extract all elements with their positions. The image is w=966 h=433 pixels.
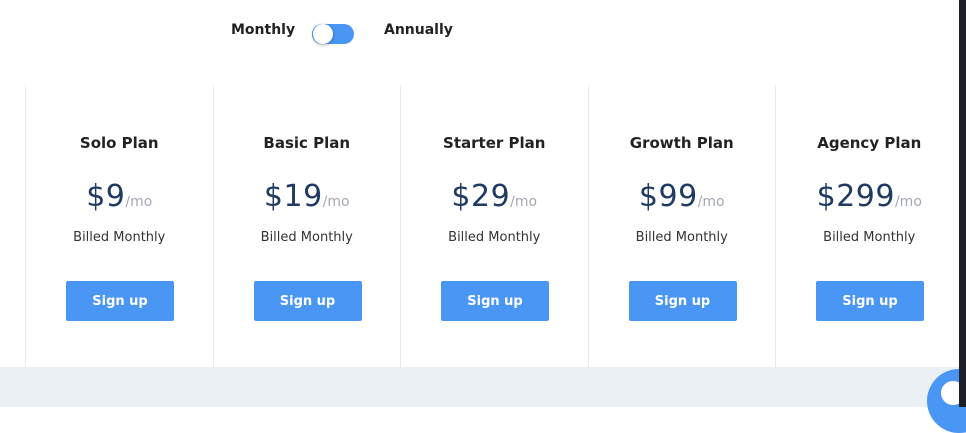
plan-price: $9/mo <box>26 179 213 214</box>
price-unit: /mo <box>510 194 538 210</box>
plan-card-solo: Solo Plan $9/mo Billed Monthly Sign up <box>25 85 213 367</box>
price-unit: /mo <box>322 194 350 210</box>
plan-card-agency: Agency Plan $299/mo Billed Monthly Sign … <box>775 85 963 367</box>
plan-name: Starter Plan <box>443 134 546 152</box>
plan-card-basic: Basic Plan $19/mo Billed Monthly Sign up <box>212 85 401 367</box>
signup-button-starter[interactable]: Sign up <box>441 281 549 321</box>
plan-billing: Billed Monthly <box>635 230 728 245</box>
price-currency: $ <box>816 179 837 214</box>
plan-name: Solo Plan <box>79 134 159 152</box>
plan-price: $29/mo <box>401 179 588 214</box>
signup-button-growth[interactable]: Sign up <box>628 281 737 321</box>
price-currency: $ <box>638 179 659 214</box>
price-amount: 9 <box>105 179 126 214</box>
price-currency: $ <box>451 179 471 214</box>
page-scrollbar[interactable] <box>959 0 966 407</box>
billing-period-switch[interactable] <box>312 24 354 44</box>
plan-billing: Billed Monthly <box>823 230 916 245</box>
plan-name: Agency Plan <box>817 134 922 152</box>
plan-name: Basic Plan <box>263 134 351 152</box>
price-amount: 29 <box>470 179 511 214</box>
price-amount: 99 <box>658 179 698 214</box>
price-currency: $ <box>263 179 284 214</box>
plan-name: Growth Plan <box>629 134 734 152</box>
price-unit: /mo <box>697 194 725 210</box>
annually-label[interactable]: Annually <box>384 21 453 39</box>
switch-knob <box>313 24 333 44</box>
price-currency: $ <box>86 179 106 214</box>
plan-card-growth: Growth Plan $99/mo Billed Monthly Sign u… <box>587 85 776 367</box>
plan-price: $99/mo <box>589 179 776 214</box>
signup-button-agency[interactable]: Sign up <box>816 281 924 321</box>
plan-card-starter: Starter Plan $29/mo Billed Monthly Sign … <box>400 85 588 367</box>
plan-billing: Billed Monthly <box>73 230 166 245</box>
plan-billing: Billed Monthly <box>448 230 541 245</box>
plan-price: $19/mo <box>214 179 401 214</box>
billing-toggle: Monthly Annually <box>0 0 958 62</box>
signup-button-basic[interactable]: Sign up <box>253 281 362 321</box>
price-unit: /mo <box>125 194 153 210</box>
price-unit: /mo <box>894 194 922 210</box>
price-amount: 299 <box>836 179 895 214</box>
footer-band <box>0 367 959 407</box>
monthly-label[interactable]: Monthly <box>231 21 295 39</box>
plan-price: $299/mo <box>776 179 963 214</box>
pricing-plans: Solo Plan $9/mo Billed Monthly Sign up B… <box>25 85 963 367</box>
signup-button-solo[interactable]: Sign up <box>66 281 174 321</box>
plan-billing: Billed Monthly <box>260 230 353 245</box>
price-amount: 19 <box>283 179 323 214</box>
